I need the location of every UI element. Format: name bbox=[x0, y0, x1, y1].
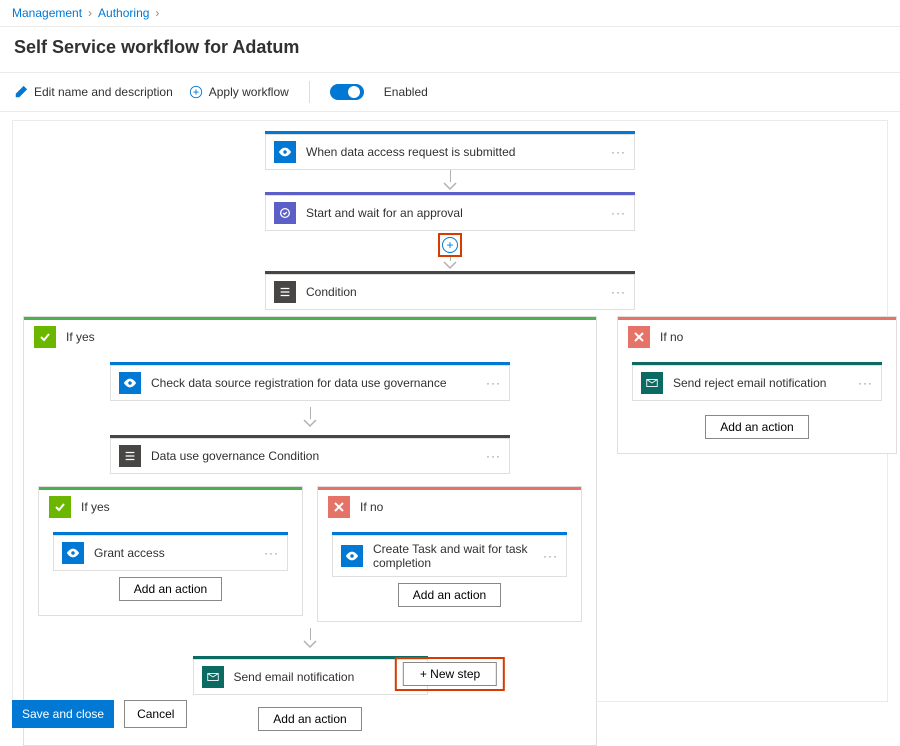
enabled-label: Enabled bbox=[384, 85, 428, 99]
node-label: When data access request is submitted bbox=[306, 145, 515, 159]
branch-label: If no bbox=[660, 330, 683, 344]
node-label: Send reject email notification bbox=[673, 376, 826, 390]
node-menu-button[interactable] bbox=[611, 285, 626, 299]
node-label: Create Task and wait for task completion bbox=[373, 542, 533, 570]
node-trigger[interactable]: When data access request is submitted bbox=[265, 134, 635, 170]
new-step-button[interactable]: + New step bbox=[403, 662, 497, 686]
node-approval[interactable]: Start and wait for an approval bbox=[265, 195, 635, 231]
breadcrumb-authoring[interactable]: Authoring bbox=[98, 6, 149, 20]
node-label: Check data source registration for data … bbox=[151, 376, 447, 390]
add-action-button[interactable]: Add an action bbox=[398, 583, 501, 607]
node-menu-button[interactable] bbox=[611, 206, 626, 220]
node-governance-condition[interactable]: Data use governance Condition bbox=[110, 438, 510, 474]
eye-icon bbox=[341, 545, 363, 567]
node-menu-button[interactable] bbox=[858, 376, 873, 390]
connector-arrow-icon bbox=[303, 628, 317, 650]
eye-icon bbox=[62, 542, 84, 564]
breadcrumb-management[interactable]: Management bbox=[12, 6, 82, 20]
command-divider bbox=[309, 81, 310, 103]
node-label: Send email notification bbox=[234, 670, 355, 684]
branch-label: If yes bbox=[81, 500, 110, 514]
branch-if-yes: If yes Check data source registration fo… bbox=[23, 316, 597, 746]
insert-step-button[interactable]: + bbox=[442, 237, 458, 253]
branch-label: If yes bbox=[66, 330, 95, 344]
node-label: Data use governance Condition bbox=[151, 449, 319, 463]
inner-branch-if-yes: If yes Grant access Add bbox=[38, 486, 303, 616]
mail-icon bbox=[641, 372, 663, 394]
node-menu-button[interactable] bbox=[543, 549, 558, 563]
node-check-registration[interactable]: Check data source registration for data … bbox=[110, 365, 510, 401]
node-send-email[interactable]: Send email notification bbox=[193, 659, 428, 695]
workflow-canvas: When data access request is submitted St… bbox=[12, 120, 888, 702]
node-menu-button[interactable] bbox=[486, 376, 501, 390]
node-label: Grant access bbox=[94, 546, 165, 560]
mail-icon bbox=[202, 666, 224, 688]
add-action-button[interactable]: Add an action bbox=[119, 577, 222, 601]
edit-label: Edit name and description bbox=[34, 85, 173, 99]
node-create-task[interactable]: Create Task and wait for task completion bbox=[332, 535, 567, 577]
x-icon bbox=[328, 496, 350, 518]
cancel-button[interactable]: Cancel bbox=[124, 700, 187, 728]
eye-icon bbox=[119, 372, 141, 394]
node-label: Start and wait for an approval bbox=[306, 206, 463, 220]
connector-arrow-icon bbox=[443, 170, 457, 192]
apply-workflow-button[interactable]: Apply workflow bbox=[189, 85, 289, 99]
node-menu-button[interactable] bbox=[486, 449, 501, 463]
inner-branch-if-no: If no Create Task and wait for task comp… bbox=[317, 486, 582, 622]
x-icon bbox=[628, 326, 650, 348]
approval-icon bbox=[274, 202, 296, 224]
node-send-reject-email[interactable]: Send reject email notification bbox=[632, 365, 882, 401]
check-icon bbox=[34, 326, 56, 348]
page-title: Self Service workflow for Adatum bbox=[0, 27, 900, 73]
breadcrumb: Management › Authoring › bbox=[0, 0, 900, 27]
save-and-close-button[interactable]: Save and close bbox=[12, 700, 114, 728]
chevron-right-icon: › bbox=[88, 6, 92, 20]
node-menu-button[interactable] bbox=[611, 145, 626, 159]
node-grant-access[interactable]: Grant access bbox=[53, 535, 288, 571]
node-label: Condition bbox=[306, 285, 357, 299]
apply-label: Apply workflow bbox=[209, 85, 289, 99]
connector-arrow-icon bbox=[303, 407, 317, 429]
add-action-button[interactable]: Add an action bbox=[258, 707, 361, 731]
eye-icon bbox=[274, 141, 296, 163]
edit-name-description-button[interactable]: Edit name and description bbox=[14, 85, 173, 99]
condition-icon bbox=[119, 445, 141, 467]
node-menu-button[interactable] bbox=[264, 546, 279, 560]
pencil-icon bbox=[14, 85, 28, 99]
branch-label: If no bbox=[360, 500, 383, 514]
condition-icon bbox=[274, 281, 296, 303]
branch-if-no: If no Send reject email notification Add… bbox=[617, 316, 897, 454]
node-condition[interactable]: Condition bbox=[265, 274, 635, 310]
command-bar: Edit name and description Apply workflow… bbox=[0, 73, 900, 112]
add-action-button[interactable]: Add an action bbox=[705, 415, 808, 439]
enabled-toggle[interactable] bbox=[330, 84, 364, 100]
plus-circle-icon bbox=[189, 85, 203, 99]
check-icon bbox=[49, 496, 71, 518]
connector-arrow-icon bbox=[443, 257, 457, 271]
chevron-right-icon: › bbox=[155, 6, 159, 20]
